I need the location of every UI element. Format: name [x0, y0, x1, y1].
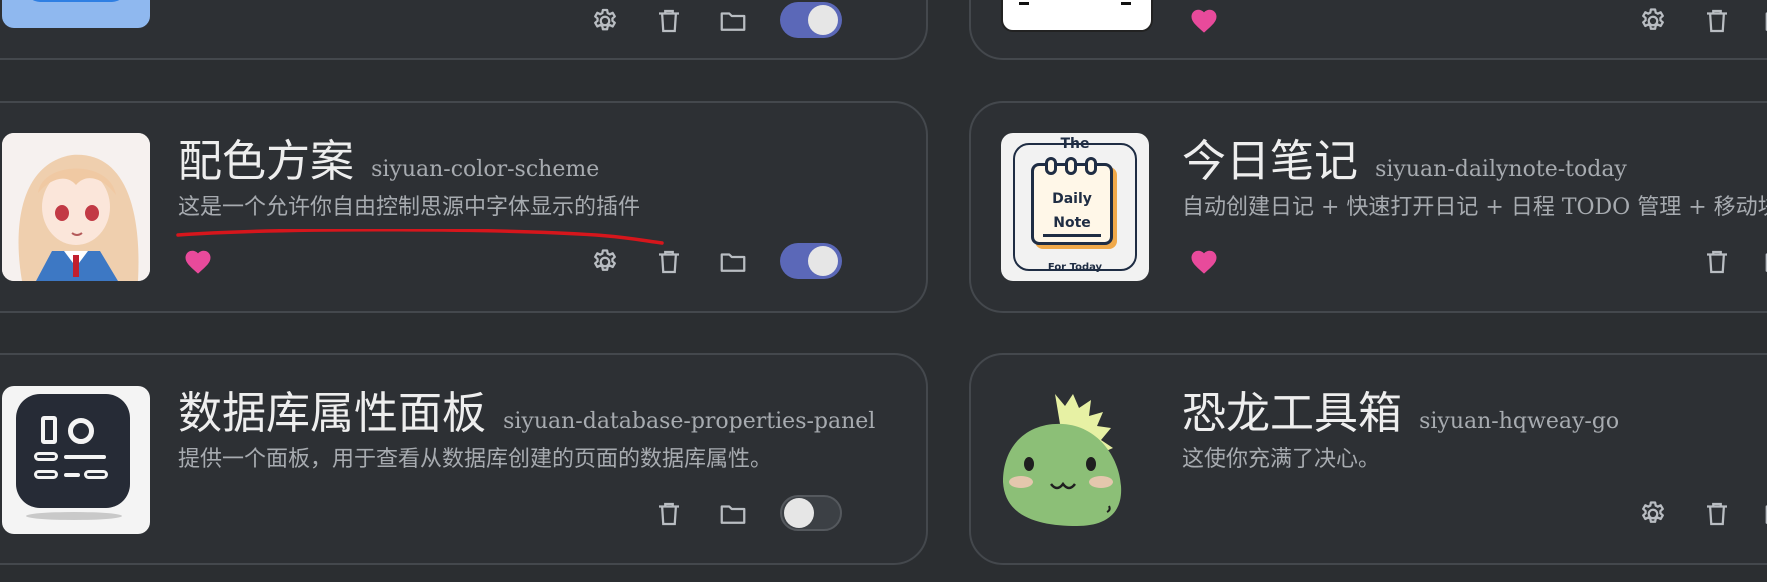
- icon-text-line1: Daily: [1052, 191, 1092, 207]
- toggle-knob: [784, 498, 814, 528]
- plugin-package-name: siyuan-dailynote-today: [1375, 157, 1627, 182]
- plugin-card-top-left: [0, 0, 928, 60]
- plugin-package-name: siyuan-database-properties-panel: [503, 409, 876, 434]
- folder-icon[interactable]: [1761, 245, 1767, 279]
- plugin-card-hqweay-go: 恐龙工具箱 siyuan-hqweay-go 这使你充满了决心。: [969, 353, 1767, 565]
- toggle-knob: [808, 5, 838, 35]
- trash-icon[interactable]: [1700, 497, 1734, 531]
- plugin-title: 今日笔记: [1182, 136, 1358, 187]
- settings-panel-icon: [2, 386, 150, 534]
- plugin-description: 自动创建日记 + 快速打开日记 + 日程 TODO 管理 + 移动块: [1182, 195, 1767, 220]
- plugin-description: 这使你充满了决心。: [1182, 447, 1381, 472]
- gear-icon[interactable]: [1636, 4, 1670, 38]
- plugin-title-row: 数据库属性面板 siyuan-database-properties-panel: [178, 377, 875, 441]
- plugin-title-row: 今日笔记 siyuan-dailynote-today: [1182, 125, 1627, 189]
- plugin-icon-top-left: [2, 0, 150, 28]
- trash-icon[interactable]: [1700, 245, 1734, 279]
- gear-icon[interactable]: [588, 245, 622, 279]
- trash-icon[interactable]: [652, 497, 686, 531]
- folder-icon[interactable]: [1761, 4, 1767, 38]
- plugin-icon-top-right: [1001, 0, 1153, 32]
- gear-icon[interactable]: [1636, 497, 1670, 531]
- plugin-description: 提供一个面板，用于查看从数据库创建的页面的数据库属性。: [178, 447, 773, 472]
- favorite-heart-icon[interactable]: [1187, 4, 1221, 38]
- enable-toggle[interactable]: [780, 2, 842, 38]
- plugin-card-dailynote-today: The Daily Note For Today 今日笔记 siyuan-dai…: [969, 101, 1767, 313]
- favorite-heart-icon[interactable]: [1187, 245, 1221, 279]
- icon-text-top: The: [1060, 136, 1090, 152]
- icon-text-line2: Note: [1053, 215, 1091, 231]
- folder-icon[interactable]: [716, 245, 750, 279]
- anime-avatar-image: [2, 133, 150, 281]
- enable-toggle[interactable]: [780, 495, 842, 531]
- plugin-title-row: 配色方案 siyuan-color-scheme: [178, 125, 599, 189]
- plugin-card-top-right: [969, 0, 1767, 60]
- enable-toggle[interactable]: [780, 243, 842, 279]
- plugin-title: 数据库属性面板: [178, 388, 486, 439]
- plugin-description: 这是一个允许你自由控制思源中字体显示的插件: [178, 195, 641, 220]
- plugin-package-name: siyuan-hqweay-go: [1419, 409, 1620, 434]
- plugin-card-color-scheme: 配色方案 siyuan-color-scheme 这是一个允许你自由控制思源中字…: [0, 101, 928, 313]
- trash-icon[interactable]: [1700, 4, 1734, 38]
- folder-icon[interactable]: [716, 4, 750, 38]
- trash-icon[interactable]: [652, 245, 686, 279]
- green-dinosaur-image: [1001, 386, 1149, 534]
- trash-icon[interactable]: [652, 4, 686, 38]
- favorite-heart-icon[interactable]: [181, 245, 215, 279]
- icon-text-bottom: For Today: [1047, 262, 1103, 273]
- folder-icon[interactable]: [1761, 497, 1767, 531]
- plugin-title: 配色方案: [178, 136, 354, 187]
- gear-icon[interactable]: [588, 4, 622, 38]
- plugin-card-database-properties-panel: 数据库属性面板 siyuan-database-properties-panel…: [0, 353, 928, 565]
- toggle-knob: [808, 246, 838, 276]
- plugin-title-row: 恐龙工具箱 siyuan-hqweay-go: [1182, 377, 1619, 441]
- folder-icon[interactable]: [716, 497, 750, 531]
- plugin-title: 恐龙工具箱: [1182, 388, 1402, 439]
- daily-note-icon: The Daily Note For Today: [1001, 133, 1149, 281]
- plugin-package-name: siyuan-color-scheme: [371, 157, 600, 182]
